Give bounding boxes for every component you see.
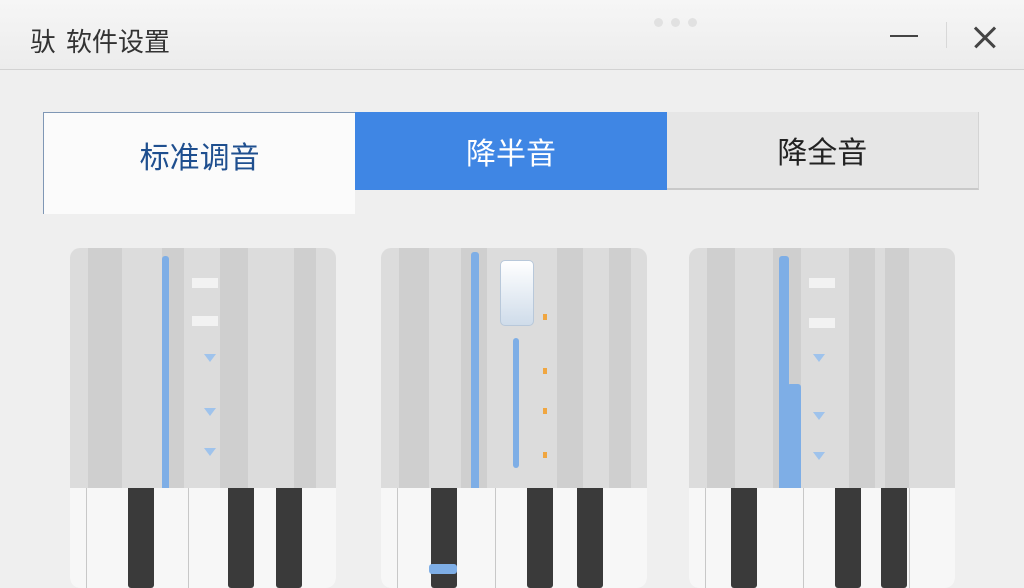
preview-card-standard[interactable] (70, 248, 336, 588)
window-title: 软件设置 (66, 28, 171, 58)
arrow-down-icon (204, 408, 216, 416)
close-icon[interactable] (968, 20, 1002, 54)
tab-half-step-down[interactable]: 降半音 (355, 112, 667, 190)
app-icon: 驮 (30, 28, 57, 58)
preview-card-whole-step[interactable] (689, 248, 955, 588)
arrow-down-icon (204, 448, 216, 456)
preview-card-half-step[interactable] (381, 248, 647, 588)
black-key (276, 488, 302, 588)
black-key (228, 488, 254, 588)
piano-keys (381, 488, 647, 588)
black-key (731, 488, 757, 588)
tuning-marker (543, 368, 547, 374)
minimize-icon[interactable] (888, 22, 920, 50)
string-indicator (162, 256, 169, 496)
key-highlight (429, 564, 457, 574)
arrow-down-icon (813, 354, 825, 362)
tuning-marker (543, 408, 547, 414)
tab-standard-tuning[interactable]: 标准调音 (43, 112, 356, 214)
arrow-down-icon (204, 354, 216, 362)
black-key (577, 488, 603, 588)
tuning-marker (543, 314, 547, 320)
tuning-slider-thumb[interactable] (500, 260, 534, 326)
title-bar: 驮 软件设置 (0, 0, 1024, 70)
arrow-down-icon (813, 452, 825, 460)
tuning-marker (543, 452, 547, 458)
drag-handle-dots[interactable] (654, 18, 697, 27)
tab-whole-step-down[interactable]: 降全音 (666, 112, 979, 190)
piano-keys (689, 488, 955, 588)
string-indicator (513, 338, 519, 468)
fret-marker (809, 278, 835, 288)
tuning-tabs: 标准调音 降半音 降全音 (43, 112, 979, 214)
fret-marker (809, 318, 835, 328)
string-indicator (471, 252, 479, 496)
black-key (881, 488, 907, 588)
title-divider (946, 22, 947, 48)
fret-marker (192, 278, 218, 288)
black-key (835, 488, 861, 588)
black-key (128, 488, 154, 588)
fret-marker (192, 316, 218, 326)
arrow-down-icon (813, 412, 825, 420)
black-key (527, 488, 553, 588)
string-indicator (787, 384, 801, 496)
